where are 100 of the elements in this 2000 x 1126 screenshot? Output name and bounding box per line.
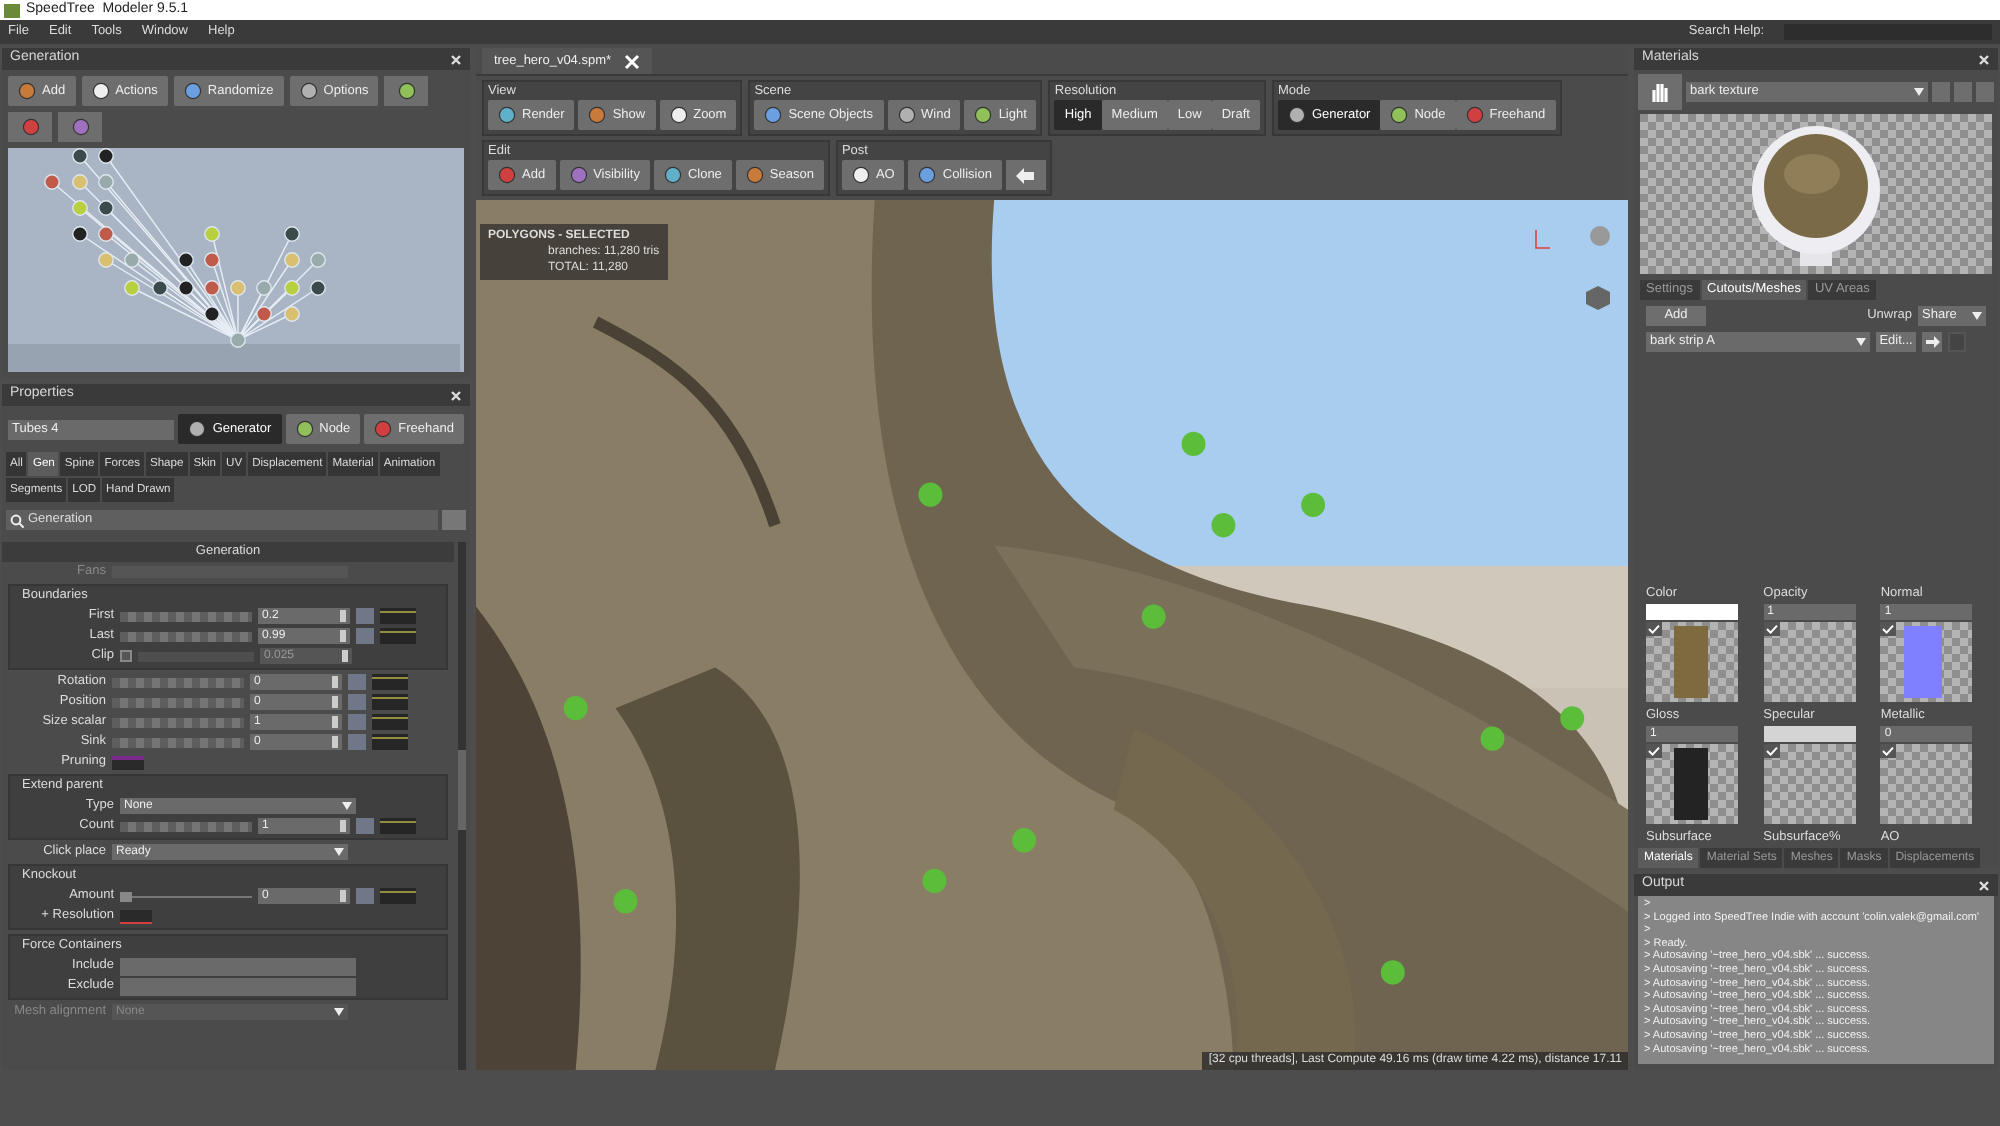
graph-node[interactable] (204, 280, 220, 296)
slider-track[interactable] (112, 697, 244, 707)
slider-track[interactable] (120, 890, 252, 902)
graph-node[interactable] (256, 306, 272, 322)
graph-node[interactable] (72, 174, 88, 190)
check-icon (1882, 746, 1895, 756)
graph-node[interactable] (256, 280, 272, 296)
slider-track[interactable] (120, 611, 252, 621)
close-icon[interactable] (1978, 879, 1990, 891)
icon-button[interactable] (8, 112, 52, 142)
graph-node[interactable] (310, 280, 326, 296)
tool-icon (498, 106, 516, 124)
curve-preview-icon (372, 674, 408, 690)
graph-node[interactable] (284, 226, 300, 242)
map-slot[interactable] (1646, 622, 1738, 702)
texture-thumbnail[interactable] (1904, 626, 1943, 698)
color-swatch[interactable] (112, 755, 144, 769)
curve-preview-icon (380, 818, 416, 834)
graph-node[interactable] (204, 306, 220, 322)
map-slot[interactable] (1880, 622, 1973, 702)
map-slot[interactable] (1763, 744, 1856, 824)
graph-node[interactable] (44, 174, 60, 190)
curve-preview-icon (380, 628, 416, 644)
graph-node[interactable] (230, 332, 246, 348)
slider-track[interactable] (112, 737, 244, 747)
graph-node[interactable] (124, 252, 140, 268)
tool-icon (897, 106, 915, 124)
tool-icon (745, 166, 764, 184)
map-slot[interactable] (1880, 744, 1973, 824)
map-slot[interactable] (1763, 622, 1856, 702)
graph-node[interactable] (284, 280, 300, 296)
graph-node[interactable] (284, 252, 300, 268)
tool-icon (1287, 106, 1306, 124)
hand-icon (1650, 81, 1670, 103)
tool-icon (663, 166, 682, 184)
arrow-button[interactable] (1005, 160, 1046, 190)
graph-node[interactable] (72, 226, 88, 242)
graph-node[interactable] (284, 306, 300, 322)
texture-thumbnail[interactable] (1674, 748, 1708, 820)
caret-icon (1856, 338, 1866, 346)
graph-node[interactable] (310, 252, 326, 268)
close-icon[interactable] (450, 389, 462, 401)
tool-icon (397, 82, 416, 100)
input-field[interactable] (120, 977, 356, 995)
map-slot[interactable] (1646, 744, 1738, 824)
arrow-button[interactable] (1922, 332, 1942, 352)
tool-icon (374, 420, 393, 438)
tool-icon (569, 166, 588, 184)
slider-track[interactable] (120, 821, 252, 831)
checkbox[interactable] (120, 650, 132, 662)
sphere-icon[interactable] (1588, 224, 1612, 248)
hand-button[interactable] (1638, 74, 1682, 110)
axis-gizmo-icon[interactable] (1532, 228, 1552, 252)
graph-node[interactable] (98, 226, 114, 242)
slider-track[interactable] (112, 677, 244, 687)
curve-swatch[interactable] (120, 909, 152, 923)
graph-node[interactable] (72, 148, 88, 164)
graph-node[interactable] (178, 280, 194, 296)
tool-icon (188, 420, 207, 438)
tool-icon (974, 106, 993, 124)
caret-icon (1914, 88, 1924, 96)
caret-icon (334, 848, 344, 856)
input-field[interactable] (120, 957, 356, 975)
icon-button[interactable] (384, 76, 429, 106)
graph-node[interactable] (98, 174, 114, 190)
texture-thumbnail[interactable] (1674, 626, 1708, 698)
curve-preview-icon (372, 734, 408, 750)
graph-node[interactable] (98, 200, 114, 216)
graph-node[interactable] (230, 280, 246, 296)
curve-preview-icon (380, 608, 416, 624)
tool-icon (764, 106, 783, 124)
arrow-right-icon (1925, 336, 1939, 348)
tool-icon (851, 166, 870, 184)
graph-node[interactable] (204, 226, 220, 242)
tool-icon (295, 420, 314, 438)
tool-icon (918, 166, 937, 184)
caret-icon (334, 1008, 344, 1016)
graph-node[interactable] (204, 252, 220, 268)
color-swatch[interactable] (1763, 726, 1856, 742)
arrow-left-icon (1016, 167, 1035, 183)
tool-icon (588, 106, 607, 124)
tool-icon (1390, 106, 1409, 124)
graph-node[interactable] (72, 200, 88, 216)
curve-preview-icon (380, 888, 416, 904)
graph-node[interactable] (98, 148, 114, 164)
check-icon (1648, 746, 1660, 756)
tool-icon (669, 106, 688, 124)
caret-icon (342, 802, 352, 810)
check-icon (1648, 624, 1660, 634)
hexagon-icon[interactable] (1584, 284, 1612, 312)
slider-track[interactable] (120, 631, 252, 641)
close-icon[interactable] (450, 53, 462, 65)
graph-node[interactable] (98, 252, 114, 268)
color-swatch[interactable] (1646, 604, 1738, 620)
graph-node[interactable] (124, 280, 140, 296)
slider-track[interactable] (112, 717, 244, 727)
graph-node[interactable] (178, 252, 194, 268)
close-icon[interactable] (1978, 53, 1990, 65)
graph-node[interactable] (152, 280, 168, 296)
search-icon (10, 513, 24, 527)
